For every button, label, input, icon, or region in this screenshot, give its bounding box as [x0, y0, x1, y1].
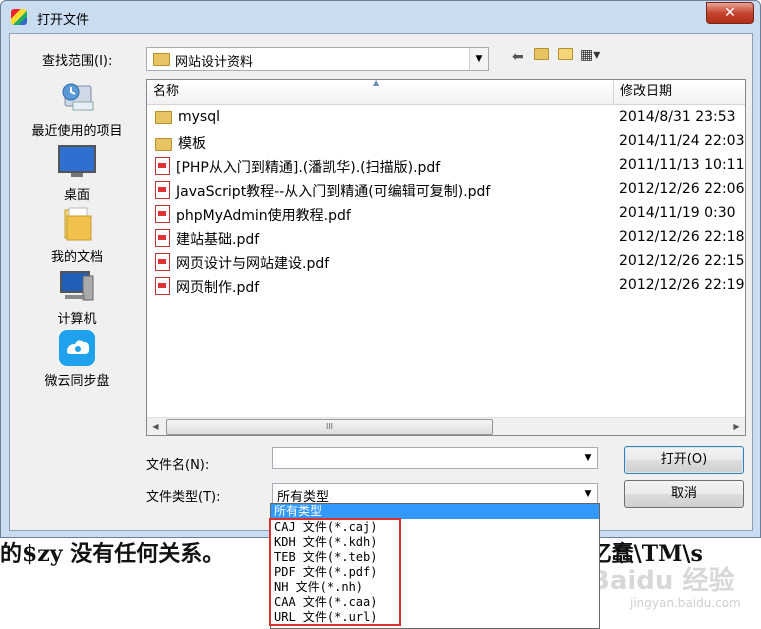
place-documents[interactable]: 我的文档: [10, 206, 144, 265]
column-header-name[interactable]: 名称 ▲: [147, 78, 614, 104]
weiyun-icon: [57, 330, 97, 366]
open-button[interactable]: 打开(O): [624, 446, 744, 474]
lookin-combo[interactable]: 网站设计资料 ▼: [146, 47, 489, 71]
sort-ascending-icon: ▲: [373, 78, 380, 87]
close-button[interactable]: ✕: [706, 2, 754, 24]
dialog-body: 查找范围(I): 网站设计资料 ▼ ⬅ ▦▾ 最近使用的项目 桌面 我的文档 计…: [9, 33, 753, 531]
chevron-down-icon[interactable]: ▼: [469, 48, 488, 70]
filetype-option[interactable]: 所有类型: [271, 504, 599, 519]
list-header: 名称 ▲ 修改日期: [147, 78, 745, 105]
place-label: 微云同步盘: [44, 374, 110, 389]
watermark-url: jingyan.baidu.com: [630, 596, 741, 610]
pdf-file-icon: [155, 181, 170, 199]
places-bar: 最近使用的项目 桌面 我的文档 计算机 微云同步盘: [10, 78, 144, 428]
file-name: JavaScript教程--从入门到精通(可编辑可复制).pdf: [176, 184, 491, 200]
pdf-file-icon: [155, 253, 170, 271]
scroll-right-icon[interactable]: ▶: [728, 418, 745, 435]
dialog-title: 打开文件: [37, 13, 90, 28]
pdf-file-icon: [155, 157, 170, 175]
file-date: 2014/11/19 0:30: [619, 205, 736, 221]
pdf-file-icon: [155, 277, 170, 295]
filename-label: 文件名(N):: [146, 458, 210, 473]
folder-icon: [155, 138, 172, 151]
lookin-label: 查找范围(I):: [42, 54, 113, 69]
up-folder-icon[interactable]: [534, 47, 549, 63]
documents-icon: [57, 206, 97, 242]
file-name: 建站基础.pdf: [176, 232, 260, 248]
column-header-date[interactable]: 修改日期: [614, 80, 745, 104]
place-label: 我的文档: [50, 250, 103, 265]
file-row[interactable]: 模板 2014/11/24 22:03: [147, 130, 745, 154]
lookin-value: 网站设计资料: [175, 55, 254, 70]
folder-icon: [155, 111, 172, 124]
file-date: 2011/11/13 10:11: [619, 157, 745, 173]
file-name: 网页设计与网站建设.pdf: [176, 256, 330, 272]
place-label: 最近使用的项目: [31, 124, 123, 139]
cancel-button[interactable]: 取消: [624, 480, 744, 508]
place-label: 计算机: [57, 312, 97, 327]
file-date: 2014/11/24 22:03: [619, 133, 745, 149]
file-row[interactable]: 建站基础.pdf 2012/12/26 22:18: [147, 226, 745, 250]
place-computer[interactable]: 计算机: [10, 268, 144, 327]
background-text-left: 的$zy 没有任何关系。: [0, 541, 225, 567]
file-row[interactable]: phpMyAdmin使用教程.pdf 2014/11/19 0:30: [147, 202, 745, 226]
file-name: mysql: [178, 109, 220, 125]
recent-places-icon: [57, 80, 97, 116]
scroll-left-icon[interactable]: ◀: [147, 418, 164, 435]
computer-icon: [57, 268, 97, 304]
file-date: 2012/12/26 22:19: [619, 277, 745, 293]
file-date: 2014/8/31 23:53: [619, 109, 736, 125]
new-folder-icon[interactable]: [558, 47, 573, 63]
file-row[interactable]: 网页制作.pdf 2012/12/26 22:19: [147, 274, 745, 298]
annotation-highlight-box: [269, 518, 401, 626]
scroll-thumb[interactable]: III: [166, 419, 493, 435]
place-desktop[interactable]: 桌面: [10, 144, 144, 203]
watermark-logo: Baidu 经验: [590, 566, 735, 596]
pdf-file-icon: [155, 205, 170, 223]
file-row[interactable]: JavaScript教程--从入门到精通(可编辑可复制).pdf 2012/12/…: [147, 178, 745, 202]
file-row[interactable]: mysql 2014/8/31 23:53: [147, 106, 745, 130]
chevron-down-icon[interactable]: ▼: [579, 448, 597, 468]
file-date: 2012/12/26 22:15: [619, 253, 745, 269]
file-date: 2012/12/26 22:06: [619, 181, 745, 197]
file-list[interactable]: 名称 ▲ 修改日期 mysql 2014/8/31 23:53 模板 2014/11…: [146, 78, 746, 436]
app-icon: [11, 9, 27, 25]
filetype-select[interactable]: 所有类型 ▼: [272, 483, 598, 505]
file-name: 网页制作.pdf: [176, 280, 260, 296]
open-file-dialog: 打开文件 ✕ 查找范围(I): 网站设计资料 ▼ ⬅ ▦▾ 最近使用的项目 桌面…: [0, 0, 761, 538]
file-name: phpMyAdmin使用教程.pdf: [176, 208, 351, 224]
file-date: 2012/12/26 22:18: [619, 229, 745, 245]
file-name: 模板: [178, 136, 206, 152]
title-bar[interactable]: 打开文件 ✕: [1, 1, 760, 33]
filetype-label: 文件类型(T):: [146, 490, 221, 505]
file-row[interactable]: 网页设计与网站建设.pdf 2012/12/26 22:15: [147, 250, 745, 274]
place-weiyun[interactable]: 微云同步盘: [10, 330, 144, 389]
desktop-icon: [57, 144, 97, 180]
place-recent[interactable]: 最近使用的项目: [10, 80, 144, 139]
chevron-down-icon[interactable]: ▼: [579, 484, 597, 503]
filename-input[interactable]: ▼: [272, 447, 598, 469]
place-label: 桌面: [63, 188, 90, 203]
pdf-file-icon: [155, 229, 170, 247]
column-name-label: 名称: [153, 84, 180, 99]
horizontal-scrollbar[interactable]: ◀ III ▶: [147, 417, 745, 435]
file-row[interactable]: [PHP从入门到精通].(潘凯华).(扫描版).pdf 2011/11/13 10…: [147, 154, 745, 178]
back-icon[interactable]: ⬅: [512, 49, 524, 65]
folder-icon: [153, 53, 170, 66]
file-name: [PHP从入门到精通].(潘凯华).(扫描版).pdf: [176, 160, 441, 176]
view-menu-icon[interactable]: ▦▾: [580, 47, 600, 63]
